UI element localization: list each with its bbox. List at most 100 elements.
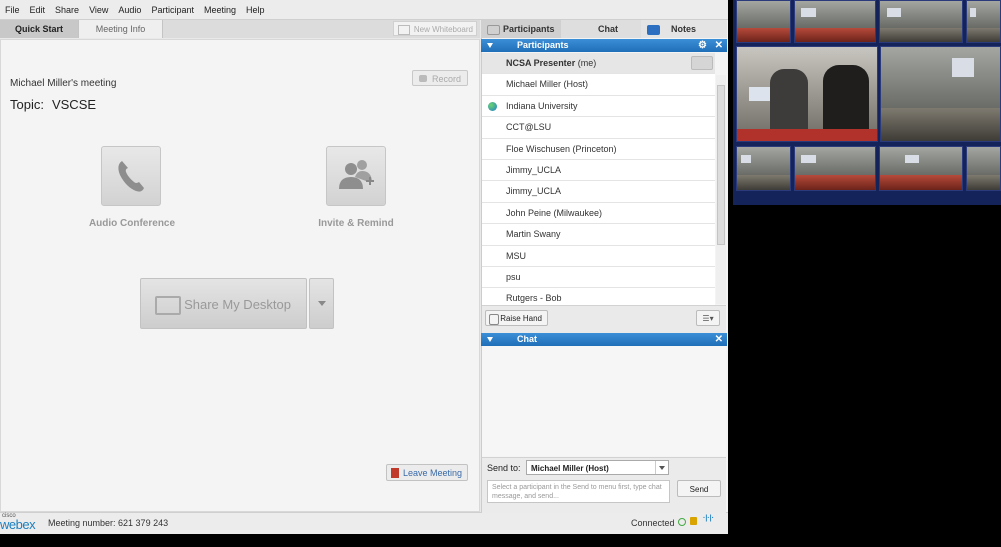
- participants-header-label: Participants: [517, 40, 569, 50]
- collapse-arrow-icon[interactable]: [487, 43, 493, 48]
- tab-chat-label: Chat: [598, 24, 618, 34]
- invite-remind-button[interactable]: [326, 146, 386, 206]
- send-to-value: Michael Miller (Host): [531, 464, 609, 473]
- tab-quick-start[interactable]: Quick Start: [0, 20, 79, 38]
- webex-logo: webex: [0, 517, 36, 532]
- tab-meeting-info[interactable]: Meeting Info: [79, 20, 163, 38]
- video-thumbnail[interactable]: [880, 46, 1001, 142]
- topic-label: Topic:: [10, 97, 44, 112]
- meeting-number: Meeting number: 621 379 243: [48, 518, 169, 528]
- participants-header[interactable]: Participants ⚙ ✕: [481, 39, 727, 52]
- exit-door-icon: [391, 468, 399, 478]
- close-icon[interactable]: ✕: [715, 39, 723, 52]
- leave-meeting-label: Leave Meeting: [402, 468, 462, 478]
- menu-file[interactable]: File: [0, 5, 25, 15]
- active-speaker-video[interactable]: [736, 46, 878, 142]
- participant-row[interactable]: Michael Miller (Host): [482, 74, 715, 96]
- share-desktop-label: Share My Desktop: [184, 297, 291, 312]
- participant-name: MSU: [506, 250, 526, 261]
- record-label: Record: [431, 74, 461, 84]
- tab-participants[interactable]: Participants: [481, 20, 561, 38]
- notes-icon: [647, 25, 660, 35]
- participant-row[interactable]: Martin Swany: [482, 224, 715, 246]
- list-menu-icon: ☰▾: [702, 314, 714, 323]
- raise-hand-button[interactable]: Raise Hand: [485, 310, 548, 326]
- record-icon: [419, 75, 427, 82]
- participant-row[interactable]: Jimmy_UCLA: [482, 160, 715, 182]
- send-button[interactable]: Send: [677, 480, 721, 497]
- audio-conference-button[interactable]: [101, 146, 161, 206]
- invite-people-icon: [339, 160, 374, 189]
- tab-notes[interactable]: Notes: [641, 20, 727, 38]
- tab-participants-label: Participants: [503, 24, 555, 34]
- meeting-topic: Topic: VSCSE: [10, 97, 96, 112]
- globe-icon: [488, 101, 497, 111]
- participant-row[interactable]: psu: [482, 267, 715, 289]
- participant-row[interactable]: MSU: [482, 246, 715, 267]
- participant-name: CCT@LSU: [506, 122, 552, 133]
- record-button[interactable]: Record: [412, 70, 468, 86]
- chat-header[interactable]: Chat ✕: [481, 333, 727, 346]
- phone-icon: [118, 161, 144, 192]
- participant-row[interactable]: CCT@LSU: [482, 117, 715, 139]
- lock-icon: [690, 517, 697, 525]
- video-thumbnail[interactable]: [966, 0, 1001, 43]
- participant-name: Rutgers - Bob: [506, 293, 562, 304]
- tab-notes-label: Notes: [671, 24, 697, 34]
- list-options-button[interactable]: ☰▾: [696, 310, 720, 326]
- send-to-select[interactable]: Michael Miller (Host): [526, 460, 669, 475]
- participant-row[interactable]: NCSA Presenter (me): [482, 53, 715, 75]
- participant-name: Floe Wischusen (Princeton): [506, 143, 617, 154]
- participant-name: Jimmy_UCLA: [506, 164, 562, 175]
- participant-name: psu: [506, 271, 521, 282]
- video-camera-icon[interactable]: [691, 56, 713, 70]
- participant-name: Indiana University: [506, 100, 578, 111]
- video-thumbnail[interactable]: [794, 146, 876, 191]
- menu-help[interactable]: Help: [241, 5, 270, 15]
- connection-indicator-icon: [678, 518, 686, 526]
- cisco-logo-icon: ·|·|·: [703, 515, 714, 522]
- menu-bar: File Edit Share View Audio Participant M…: [0, 0, 728, 20]
- collapse-arrow-icon[interactable]: [487, 337, 493, 342]
- leave-meeting-button[interactable]: Leave Meeting: [386, 464, 468, 481]
- audio-conference-label: Audio Conference: [88, 218, 176, 229]
- video-thumbnail[interactable]: [794, 0, 876, 43]
- participant-row[interactable]: Rutgers - Bob: [482, 288, 715, 305]
- menu-meeting[interactable]: Meeting: [199, 5, 241, 15]
- video-thumbnail[interactable]: [879, 0, 963, 43]
- raise-hand-label: Raise Hand: [500, 314, 542, 323]
- video-thumbnail[interactable]: [879, 146, 963, 191]
- new-whiteboard-label: New Whiteboard: [413, 25, 473, 34]
- menu-view[interactable]: View: [84, 5, 113, 15]
- menu-participant[interactable]: Participant: [146, 5, 199, 15]
- new-whiteboard-button[interactable]: New Whiteboard: [393, 21, 477, 36]
- chat-messages-area: [482, 346, 726, 456]
- participant-scrollbar-thumb[interactable]: [717, 85, 725, 245]
- participant-row[interactable]: Indiana University: [482, 96, 715, 118]
- right-tab-bar: Participants Chat Notes: [481, 20, 727, 38]
- participant-name: John Peine (Milwaukee): [506, 207, 603, 218]
- share-desktop-button[interactable]: Share My Desktop: [140, 278, 307, 329]
- hand-icon: [489, 314, 499, 325]
- gear-icon[interactable]: ⚙: [698, 39, 707, 52]
- video-thumbnail[interactable]: [966, 146, 1001, 191]
- video-thumbnail[interactable]: [736, 0, 791, 43]
- participant-list: NCSA Presenter (me) Michael Miller (Host…: [482, 53, 715, 305]
- invite-remind-label: Invite & Remind: [318, 218, 394, 229]
- menu-share[interactable]: Share: [50, 5, 84, 15]
- chat-header-label: Chat: [517, 334, 537, 344]
- participant-row[interactable]: Jimmy_UCLA: [482, 181, 715, 203]
- participant-name: Michael Miller (Host): [506, 79, 589, 90]
- participant-name: Jimmy_UCLA: [506, 186, 562, 197]
- close-icon[interactable]: ✕: [715, 333, 723, 346]
- menu-audio[interactable]: Audio: [113, 5, 146, 15]
- chevron-down-icon: [655, 461, 668, 474]
- video-thumbnail[interactable]: [736, 146, 791, 191]
- menu-edit[interactable]: Edit: [25, 5, 51, 15]
- participant-row[interactable]: Floe Wischusen (Princeton): [482, 139, 715, 160]
- participant-name: Martin Swany: [506, 229, 561, 240]
- chat-message-input[interactable]: Select a participant in the Send to menu…: [487, 480, 670, 503]
- participant-row[interactable]: John Peine (Milwaukee): [482, 203, 715, 225]
- tab-chat[interactable]: Chat: [561, 20, 657, 38]
- share-options-dropdown[interactable]: [309, 278, 334, 329]
